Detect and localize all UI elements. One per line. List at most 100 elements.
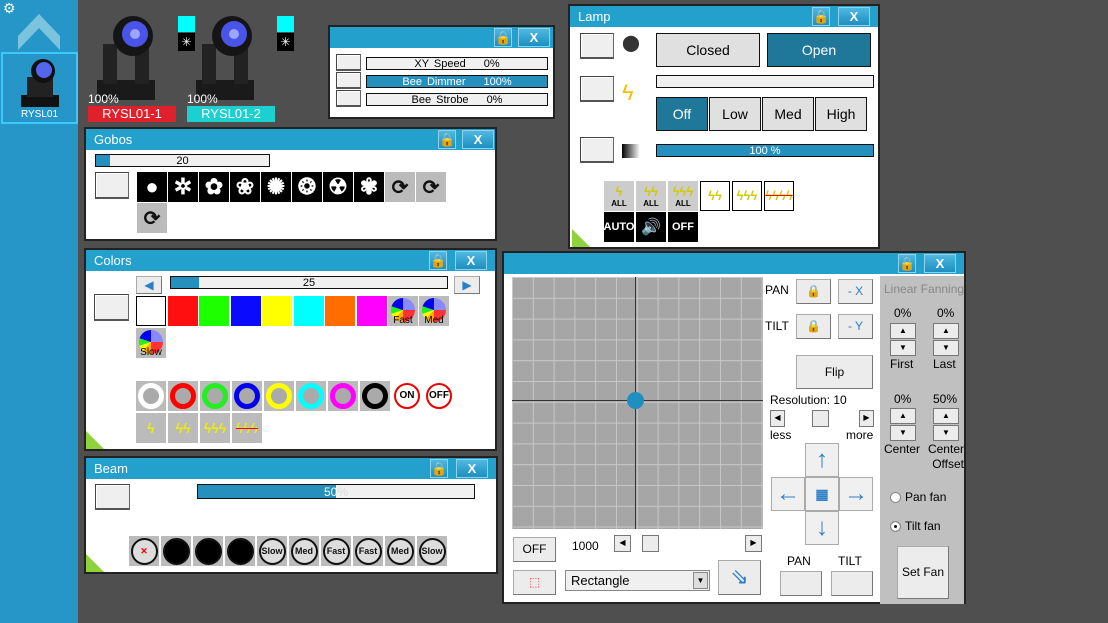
tilt-fan-radio[interactable]: Tilt fan <box>890 519 941 533</box>
color-swatch[interactable] <box>293 296 324 326</box>
beam-7-button[interactable]: Fast <box>321 536 351 566</box>
set-fan-button[interactable]: Set Fan <box>897 546 949 599</box>
speed-more-button[interactable]: ▶ <box>745 535 762 552</box>
lamp-strobe-6-button[interactable]: ϟϟϟϟ <box>764 181 794 211</box>
beam-3-button[interactable] <box>193 536 223 566</box>
first-down-button[interactable]: ▼ <box>890 340 916 356</box>
gobo-5-icon[interactable]: ✺ <box>261 172 291 202</box>
lamp-strobe-5-button[interactable]: ϟϟϟ <box>732 181 762 211</box>
invert-x-button[interactable]: - X <box>838 279 873 304</box>
color-swatch[interactable] <box>136 296 166 326</box>
fixture-group-tile[interactable]: RYSL01 <box>1 52 78 124</box>
shutter-select-button[interactable] <box>580 33 614 59</box>
lamp-strobe-4-button[interactable]: ϟϟ <box>700 181 730 211</box>
color-swatch[interactable] <box>356 296 387 326</box>
center-up-button[interactable]: ▲ <box>890 408 916 424</box>
beam-6-button[interactable]: Med <box>289 536 319 566</box>
arrow-up-button[interactable]: ↑ <box>805 443 839 477</box>
prev-color-button[interactable]: ◀ <box>136 276 162 294</box>
gobo-2-icon[interactable]: ✲ <box>168 172 198 202</box>
gobo-3-icon[interactable]: ✿ <box>199 172 229 202</box>
color-strobe-2-button[interactable]: ϟϟ <box>168 413 198 443</box>
pan-lock-button[interactable]: 🔒 <box>796 279 831 304</box>
resolution-thumb[interactable] <box>812 410 829 427</box>
beam-2-button[interactable] <box>161 536 191 566</box>
color-ring-3-button[interactable] <box>200 381 230 411</box>
window-title[interactable]: Lamp <box>570 6 878 27</box>
close-button[interactable]: X <box>456 459 488 478</box>
lamp-strobe-3-button[interactable]: ϟϟϟ ALL <box>668 181 698 211</box>
strobe-high-button[interactable]: High <box>815 97 867 131</box>
strobe-med-button[interactable]: Med <box>762 97 814 131</box>
rainbow-med-button[interactable]: Med <box>419 296 449 326</box>
resolution-more-button[interactable]: ▶ <box>859 410 874 427</box>
beam-slider[interactable]: 50% <box>197 484 475 499</box>
lamp-extra-2-button[interactable]: 🔊 <box>636 212 666 242</box>
beam-1-button[interactable]: ✕ <box>129 536 159 566</box>
close-button[interactable]: X <box>462 130 494 149</box>
add-icon[interactable] <box>572 229 590 247</box>
color-strobe-4-button[interactable]: ϟϟϟ <box>232 413 262 443</box>
lock-icon[interactable]: 🔒 <box>430 459 448 478</box>
fixture-name[interactable]: RYSL01-1 <box>88 106 176 122</box>
color-ring-6-button[interactable] <box>296 381 326 411</box>
rainbow-slow-button[interactable]: Slow <box>136 328 166 358</box>
gobo-select-button[interactable] <box>95 172 129 199</box>
color-slider[interactable]: 25 <box>170 276 448 289</box>
apply-shape-button[interactable]: ⇘ <box>718 560 761 595</box>
gobo-9-icon[interactable]: ⟳ <box>385 172 415 202</box>
lock-icon[interactable]: 🔒 <box>494 28 512 47</box>
gobo-10-icon[interactable]: ⟳ <box>416 172 446 202</box>
titlebar[interactable] <box>504 253 964 274</box>
window-title[interactable]: Gobos <box>86 129 495 150</box>
shape-select[interactable]: Rectangle ▼ <box>565 570 710 591</box>
arrow-right-button[interactable]: → <box>839 477 873 511</box>
gobo-11-icon[interactable]: ⟳ <box>137 203 167 233</box>
color-strobe-3-button[interactable]: ϟϟϟ <box>200 413 230 443</box>
color-ring-1-button[interactable] <box>136 381 166 411</box>
color-on-button[interactable]: ON <box>392 381 422 411</box>
speed-row-bar[interactable]: Bee Strobe 0% <box>366 93 548 106</box>
offset-down-button[interactable]: ▼ <box>933 425 959 441</box>
strobe-select-button[interactable] <box>580 76 614 102</box>
flip-button[interactable]: Flip <box>796 355 873 389</box>
pan-fan-radio[interactable]: Pan fan <box>890 490 946 504</box>
color-swatch[interactable] <box>230 296 261 326</box>
last-up-button[interactable]: ▲ <box>933 323 959 339</box>
gobo-7-icon[interactable]: ☢ <box>323 172 353 202</box>
color-swatch[interactable] <box>262 296 292 326</box>
lock-icon[interactable]: 🔒 <box>438 130 456 149</box>
row-select-button[interactable] <box>336 72 361 89</box>
color-swatch[interactable] <box>325 296 355 326</box>
invert-y-button[interactable]: - Y <box>838 314 873 339</box>
color-select-button[interactable] <box>94 294 129 321</box>
close-button[interactable]: X <box>518 28 550 47</box>
gobo-4-icon[interactable]: ❀ <box>230 172 260 202</box>
shutter-closed-button[interactable]: Closed <box>656 33 760 67</box>
beam-select-button[interactable] <box>95 484 130 510</box>
position-handle[interactable] <box>627 392 644 409</box>
close-button[interactable]: X <box>838 7 870 26</box>
xy-pad[interactable] <box>512 277 763 529</box>
first-up-button[interactable]: ▲ <box>890 323 916 339</box>
rainbow-fast-button[interactable]: Fast <box>388 296 418 326</box>
tilt-lock-button[interactable]: 🔒 <box>796 314 831 339</box>
lamp-strobe-2-button[interactable]: ϟϟ ALL <box>636 181 666 211</box>
strobe-low-button[interactable]: Low <box>709 97 761 131</box>
color-ring-5-button[interactable] <box>264 381 294 411</box>
arrow-left-button[interactable]: ← <box>771 477 805 511</box>
color-swatch[interactable] <box>199 296 229 326</box>
beam-4-button[interactable] <box>225 536 255 566</box>
lock-icon[interactable]: 🔒 <box>429 251 447 270</box>
last-down-button[interactable]: ▼ <box>933 340 959 356</box>
color-ring-2-button[interactable] <box>168 381 198 411</box>
color-ring-8-button[interactable] <box>360 381 390 411</box>
speed-row-bar[interactable]: XY Speed 0% <box>366 57 548 70</box>
effect-off-button[interactable]: OFF <box>513 537 556 562</box>
fixture-level[interactable]: 100% <box>187 92 218 106</box>
gobo-6-icon[interactable]: ❂ <box>292 172 322 202</box>
strobe-slider[interactable] <box>656 75 874 88</box>
beam-8-button[interactable]: Fast <box>353 536 383 566</box>
gobo-1-icon[interactable]: ● <box>137 172 167 202</box>
shape-preview-icon[interactable]: ⬚ <box>513 570 556 595</box>
